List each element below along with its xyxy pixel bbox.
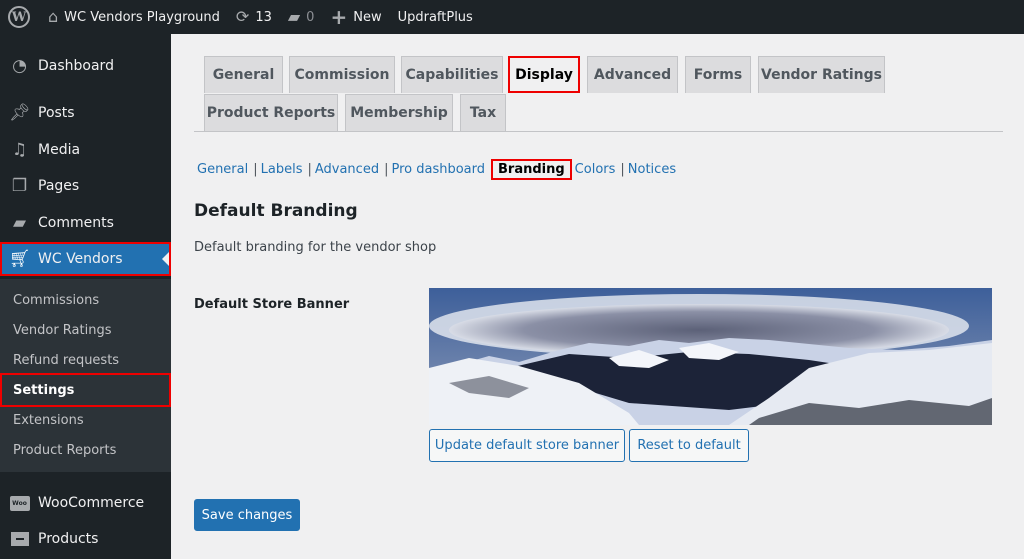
archive-box-icon bbox=[10, 532, 29, 546]
sidebar-item-dashboard[interactable]: ◔ Dashboard bbox=[0, 49, 171, 83]
tab-product-reports[interactable]: Product Reports bbox=[204, 94, 338, 131]
comment-bubble-icon: ▰ bbox=[12, 213, 27, 233]
tab-tax[interactable]: Tax bbox=[460, 94, 506, 131]
separator: | bbox=[384, 161, 389, 177]
admin-sidebar: ◔ Dashboard 📌︎ Posts ♫ Media ❐ Pages ▰ C… bbox=[0, 34, 171, 559]
default-store-banner-label: Default Store Banner bbox=[194, 297, 350, 312]
wp-logo-menu[interactable]: W bbox=[0, 0, 40, 34]
update-banner-button[interactable]: Update default store banner bbox=[429, 429, 625, 462]
updates-link[interactable]: ⟳ 13 bbox=[228, 0, 280, 34]
sidebar-item-comments[interactable]: ▰ Comments bbox=[0, 206, 171, 240]
tab-commission[interactable]: Commission bbox=[289, 56, 395, 93]
sidebar-item-wc-vendors[interactable]: 🛒︎ WC Vendors bbox=[0, 242, 171, 276]
sidebar-item-label: WC Vendors bbox=[38, 251, 123, 267]
site-name-link[interactable]: ⌂ WC Vendors Playground bbox=[40, 0, 228, 34]
separator: | bbox=[307, 161, 312, 177]
sidebar-item-woocommerce[interactable]: Woo WooCommerce bbox=[0, 486, 171, 520]
tab-membership[interactable]: Membership bbox=[345, 94, 453, 131]
tab-vendor-ratings[interactable]: Vendor Ratings bbox=[758, 56, 885, 93]
pushpin-icon: 📌︎ bbox=[8, 103, 31, 123]
updraftplus-link[interactable]: UpdraftPlus bbox=[390, 0, 481, 34]
sidebar-item-label: Dashboard bbox=[38, 58, 114, 74]
site-name: WC Vendors Playground bbox=[64, 9, 220, 25]
comments-link[interactable]: ▰ 0 bbox=[280, 0, 323, 34]
sidebar-item-label: Products bbox=[38, 531, 99, 547]
separator: | bbox=[253, 161, 258, 177]
refresh-icon: ⟳ bbox=[235, 7, 250, 26]
current-menu-arrow bbox=[162, 252, 169, 266]
media-icon: ♫ bbox=[11, 140, 28, 160]
updates-count: 13 bbox=[255, 9, 272, 25]
subtab-notices[interactable]: Notices bbox=[628, 162, 676, 177]
banner-landscape-graphic bbox=[429, 288, 992, 425]
section-description: Default branding for the vendor shop bbox=[194, 240, 437, 255]
sidebar-item-label: Pages bbox=[38, 178, 80, 194]
section-title: Default Branding bbox=[194, 201, 358, 221]
submenu-item-refund-requests[interactable]: Refund requests bbox=[0, 345, 171, 375]
sidebar-item-pages[interactable]: ❐ Pages bbox=[0, 169, 171, 203]
woocommerce-icon: Woo bbox=[9, 495, 30, 511]
tab-advanced[interactable]: Advanced bbox=[587, 56, 678, 93]
tab-display[interactable]: Display bbox=[508, 56, 580, 93]
tab-forms[interactable]: Forms bbox=[685, 56, 751, 93]
subtab-branding[interactable]: Branding bbox=[491, 158, 572, 180]
comment-bubble-icon: ▰ bbox=[287, 7, 301, 26]
sidebar-item-label: Media bbox=[38, 142, 81, 158]
display-subtabs: General | Labels | Advanced | Pro dashboard… bbox=[197, 158, 676, 180]
new-label: New bbox=[353, 9, 382, 25]
home-icon: ⌂ bbox=[48, 7, 59, 26]
submenu-item-extensions[interactable]: Extensions bbox=[0, 405, 171, 435]
sidebar-item-label: Comments bbox=[38, 215, 114, 231]
updraftplus-label: UpdraftPlus bbox=[397, 9, 473, 25]
new-content-link[interactable]: + New bbox=[322, 0, 389, 34]
subtab-general[interactable]: General bbox=[197, 162, 248, 177]
sidebar-item-label: WooCommerce bbox=[38, 495, 145, 511]
plus-icon: + bbox=[330, 5, 348, 29]
submenu-item-vendor-ratings[interactable]: Vendor Ratings bbox=[0, 315, 171, 345]
subtab-pro-dashboard[interactable]: Pro dashboard bbox=[391, 162, 485, 177]
sidebar-item-media[interactable]: ♫ Media bbox=[0, 133, 171, 167]
dashboard-gauge-icon: ◔ bbox=[12, 56, 27, 76]
subtab-colors[interactable]: Colors bbox=[575, 162, 616, 177]
comments-count: 0 bbox=[306, 9, 315, 25]
pages-icon: ❐ bbox=[11, 176, 28, 196]
tab-general[interactable]: General bbox=[204, 56, 283, 93]
sidebar-item-label: Posts bbox=[38, 105, 75, 121]
wc-vendors-submenu: Commissions Vendor Ratings Refund reques… bbox=[0, 279, 171, 472]
tab-capabilities[interactable]: Capabilities bbox=[401, 56, 503, 93]
reset-banner-button[interactable]: Reset to default bbox=[629, 429, 749, 462]
settings-tabs: General Commission Capabilities Display … bbox=[194, 56, 1003, 132]
wordpress-logo-icon: W bbox=[8, 6, 30, 28]
subtab-advanced[interactable]: Advanced bbox=[315, 162, 379, 177]
sidebar-item-products[interactable]: Products bbox=[0, 522, 171, 556]
submenu-item-product-reports[interactable]: Product Reports bbox=[0, 435, 171, 465]
main-content: General Commission Capabilities Display … bbox=[171, 34, 1024, 559]
sidebar-item-posts[interactable]: 📌︎ Posts bbox=[0, 96, 171, 130]
subtab-labels[interactable]: Labels bbox=[261, 162, 303, 177]
cart-icon: 🛒︎ bbox=[8, 249, 31, 269]
store-banner-image bbox=[429, 288, 992, 425]
separator: | bbox=[620, 161, 625, 177]
submenu-item-settings[interactable]: Settings bbox=[0, 373, 171, 407]
submenu-item-commissions[interactable]: Commissions bbox=[0, 285, 171, 315]
save-changes-button[interactable]: Save changes bbox=[194, 499, 300, 531]
admin-bar: W ⌂ WC Vendors Playground ⟳ 13 ▰ 0 + New… bbox=[0, 0, 1024, 34]
